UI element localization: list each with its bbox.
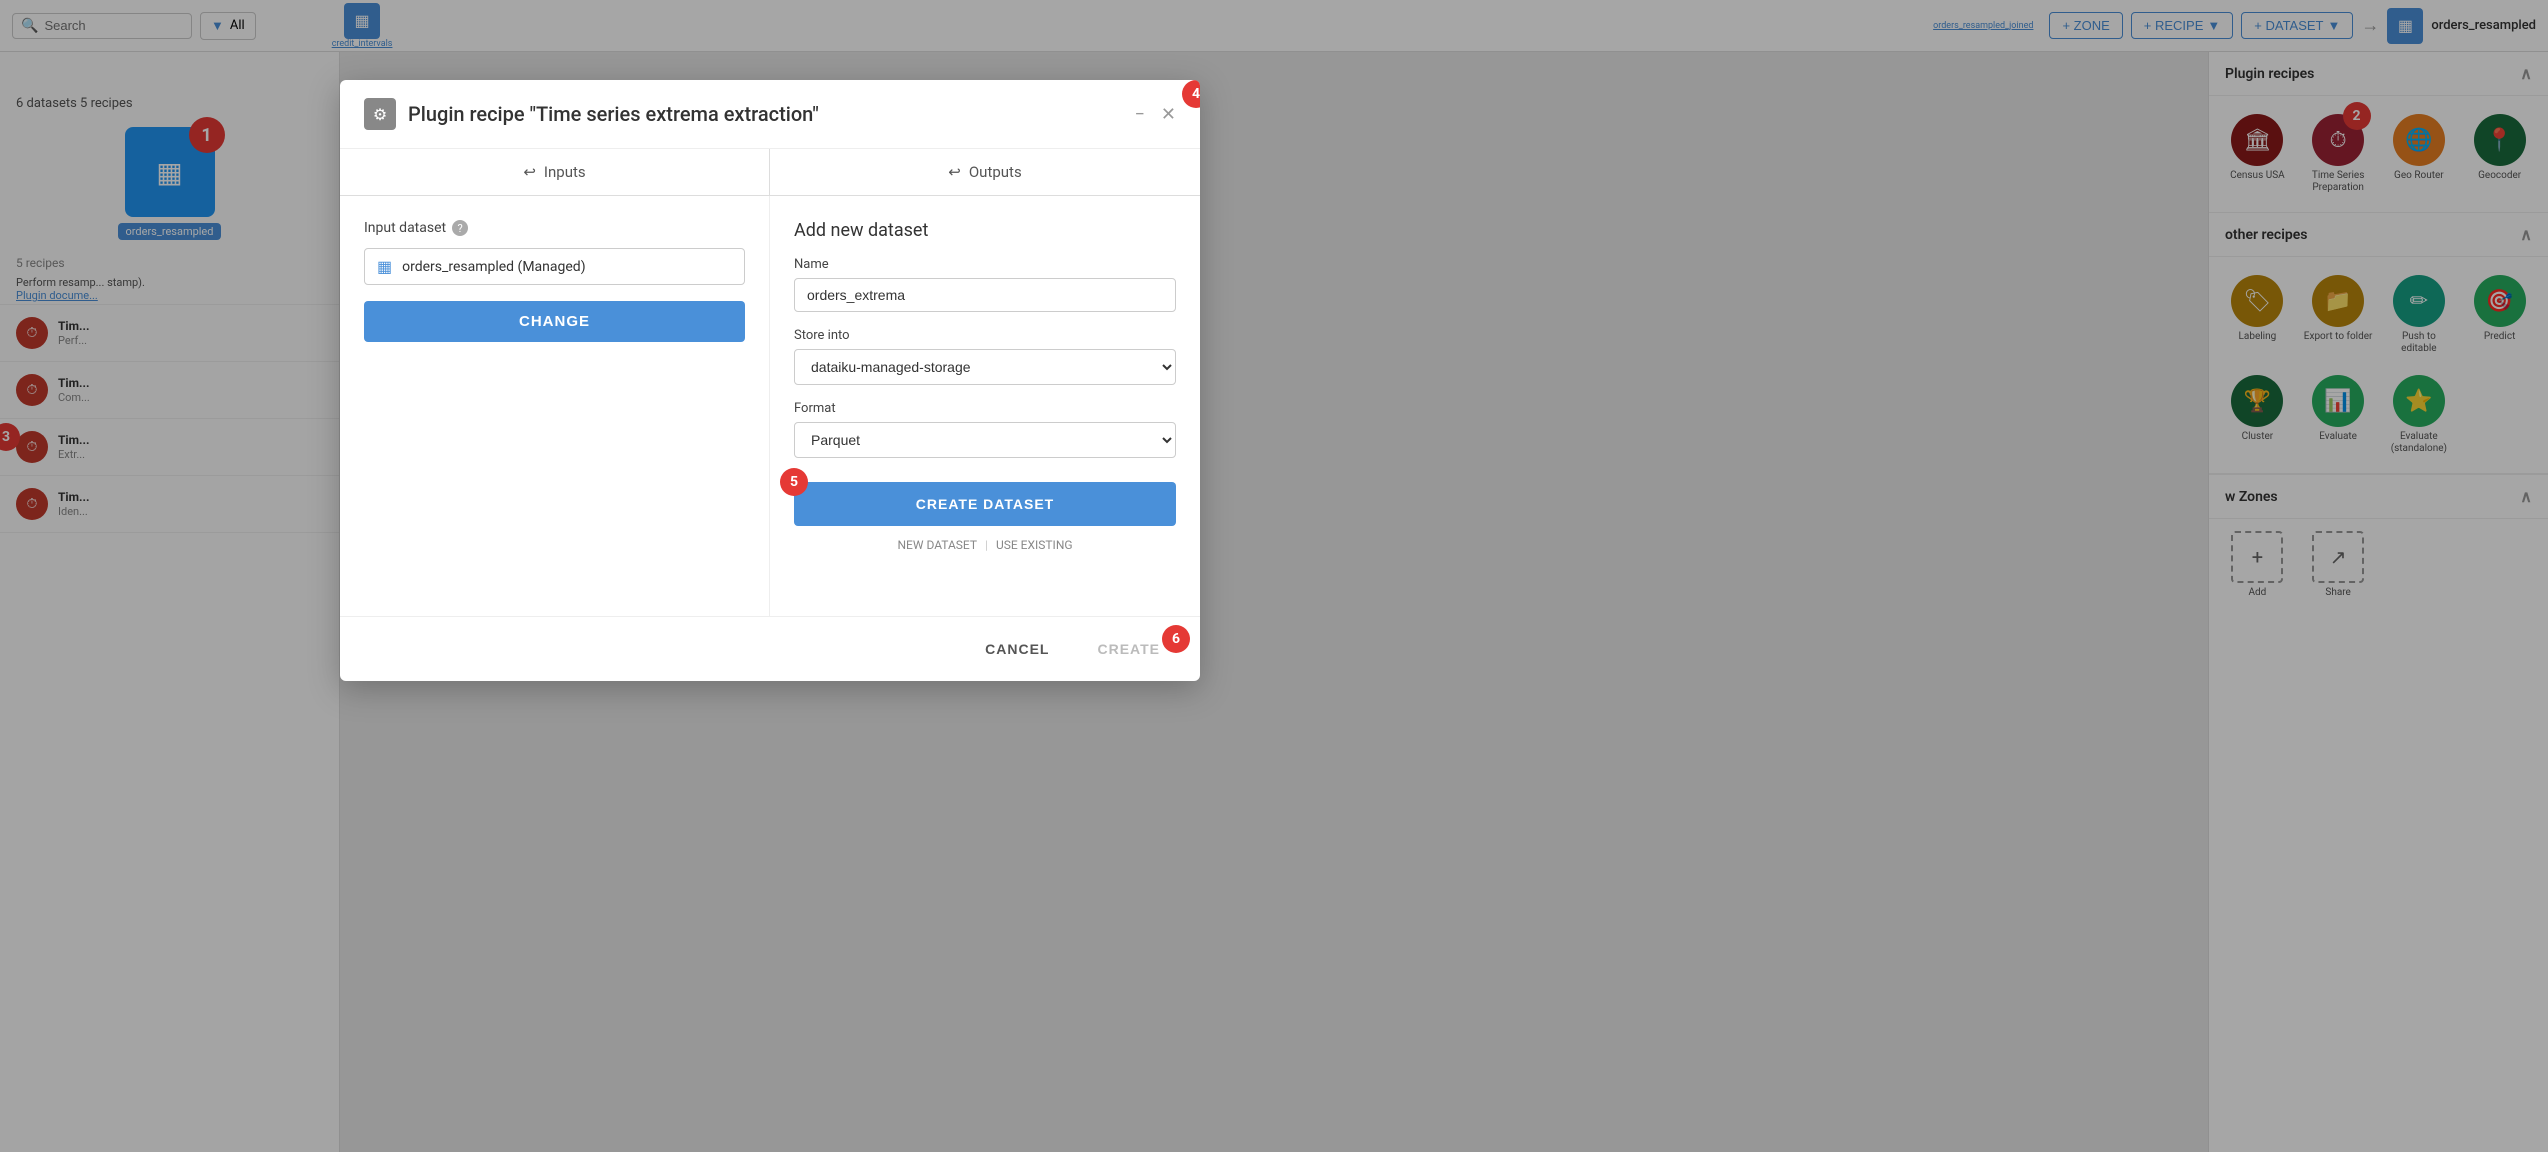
dialog-tabs: ↩ Inputs ↩ Outputs (340, 149, 1200, 196)
format-group: Format ParquetCSVJSONAvro (794, 401, 1176, 458)
inputs-tab-icon: ↩ (523, 163, 536, 181)
cancel-button[interactable]: CANCEL (969, 633, 1065, 665)
dialog: ⚙ Plugin recipe "Time series extrema ext… (340, 80, 1200, 681)
create-dataset-button[interactable]: CREATE DATASET (794, 482, 1176, 526)
name-group: Name (794, 257, 1176, 312)
create-btn-wrapper: 6 CREATE (1081, 633, 1176, 665)
store-into-select[interactable]: dataiku-managed-storageS3GCSHDFS (794, 349, 1176, 385)
tab-inputs[interactable]: ↩ Inputs (340, 149, 770, 196)
change-button[interactable]: CHANGE (364, 301, 745, 342)
new-dataset-link[interactable]: NEW DATASET (897, 538, 977, 552)
input-dataset-value: orders_resampled (Managed) (402, 259, 585, 275)
use-existing-link[interactable]: USE EXISTING (996, 538, 1073, 552)
input-dataset-label: Input dataset ? (364, 220, 745, 236)
input-dataset-field: ▦ orders_resampled (Managed) 4 (364, 248, 745, 285)
outputs-tab-icon: ↩ (948, 163, 961, 181)
badge-6: 6 (1162, 625, 1190, 653)
store-into-group: Store into dataiku-managed-storageS3GCSH… (794, 328, 1176, 385)
store-into-label: Store into (794, 328, 1176, 343)
dataset-field-icon: ▦ (377, 257, 392, 276)
outputs-tab-label: Outputs (969, 163, 1022, 181)
add-new-dataset-title: Add new dataset (794, 220, 1176, 241)
dialog-header: ⚙ Plugin recipe "Time series extrema ext… (340, 80, 1200, 149)
tab-outputs[interactable]: ↩ Outputs (770, 149, 1200, 196)
dialog-title: Plugin recipe "Time series extrema extra… (408, 102, 1123, 126)
dialog-plugin-icon: ⚙ (364, 98, 396, 130)
inputs-tab-label: Inputs (544, 163, 586, 181)
dialog-outputs-panel: Add new dataset Name Store into dataiku-… (770, 196, 1200, 616)
help-icon[interactable]: ? (452, 220, 468, 236)
dataset-links: NEW DATASET | USE EXISTING (794, 538, 1176, 552)
dialog-footer: CANCEL 6 CREATE (340, 616, 1200, 681)
dialog-overlay: ⚙ Plugin recipe "Time series extrema ext… (0, 0, 2548, 1152)
format-select[interactable]: ParquetCSVJSONAvro (794, 422, 1176, 458)
name-input[interactable] (794, 278, 1176, 312)
name-label: Name (794, 257, 1176, 272)
dialog-body: Input dataset ? ▦ orders_resampled (Mana… (340, 196, 1200, 616)
dialog-controls: − ✕ (1135, 104, 1176, 125)
format-label: Format (794, 401, 1176, 416)
dialog-inputs-panel: Input dataset ? ▦ orders_resampled (Mana… (340, 196, 770, 616)
badge-5: 5 (780, 468, 808, 496)
minimize-button[interactable]: − (1135, 104, 1145, 125)
close-button[interactable]: ✕ (1161, 104, 1176, 125)
create-dataset-wrapper: 5 CREATE DATASET (794, 474, 1176, 526)
